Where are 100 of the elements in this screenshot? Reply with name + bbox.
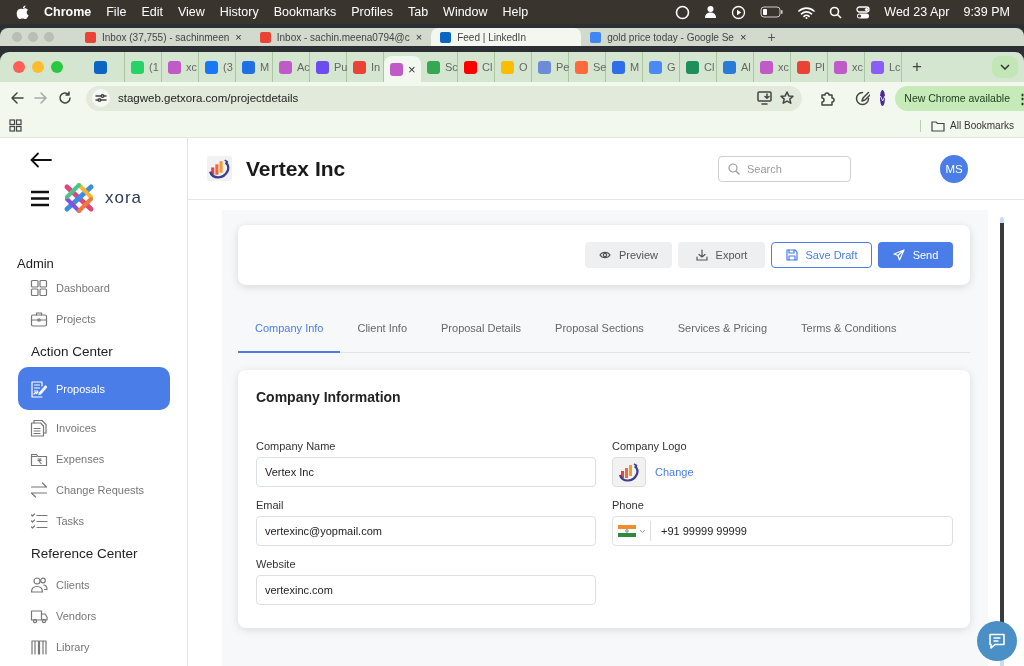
tune-icon[interactable] — [95, 93, 107, 103]
star-icon[interactable] — [780, 91, 794, 105]
menu-item[interactable]: Window — [443, 5, 488, 19]
performance-icon[interactable] — [855, 90, 870, 106]
field-label: Company Name — [256, 440, 337, 452]
menu-item[interactable]: History — [219, 5, 259, 19]
sidebar-item[interactable]: Clients — [18, 569, 170, 600]
documents-icon — [30, 418, 48, 437]
field-label: Website — [256, 558, 297, 570]
grid-icon — [30, 278, 48, 297]
sidebar-item[interactable]: Change Requests — [18, 474, 170, 505]
sidebar-item[interactable]: Proposals — [18, 367, 170, 410]
update-button[interactable]: New Chrome available ⋮ — [895, 85, 1024, 111]
chevron-down-icon[interactable] — [1000, 64, 1010, 70]
sidebar-item[interactable]: Expenses — [18, 443, 170, 474]
all-bookmarks-link[interactable]: All Bookmarks — [950, 120, 1014, 131]
section-tab[interactable]: Terms & Conditions — [784, 305, 914, 353]
menubar-time[interactable]: 9:39 PM — [963, 5, 1010, 19]
document-pen-icon — [30, 379, 48, 398]
play-circle-icon[interactable] — [731, 4, 747, 20]
chat-button[interactable] — [977, 621, 1017, 661]
menu-item[interactable]: Tab — [407, 5, 429, 19]
action-button[interactable]: Export — [678, 242, 765, 268]
sidebar-item[interactable]: Invoices — [18, 412, 170, 443]
wifi-icon[interactable] — [798, 5, 816, 19]
section-tab[interactable]: Client Info — [340, 305, 424, 353]
input-field[interactable]: vertexinc@yopmail.com — [256, 516, 596, 546]
sidebar-item[interactable]: Library — [18, 631, 170, 662]
x-logo-icon — [62, 182, 96, 214]
input-field[interactable]: vertexinc.com — [256, 575, 596, 605]
battery-icon[interactable] — [760, 6, 785, 18]
field-label: Email — [256, 499, 285, 511]
sidebar-item[interactable]: Tasks — [18, 505, 170, 536]
action-button[interactable]: Preview — [585, 242, 672, 268]
reload-icon[interactable] — [58, 91, 72, 105]
back-icon[interactable] — [10, 91, 24, 105]
sidebar-item[interactable]: Projects — [18, 303, 170, 334]
flag-icon — [618, 525, 636, 537]
close-icon[interactable]: × — [739, 31, 747, 43]
folder-icon[interactable] — [931, 119, 946, 132]
search-icon — [728, 162, 740, 175]
search-icon[interactable] — [829, 5, 843, 19]
menu-item[interactable]: View — [177, 5, 205, 19]
section-heading: Admin — [16, 256, 55, 272]
close-icon[interactable]: × — [408, 61, 416, 77]
change-link[interactable]: Change — [655, 466, 694, 478]
search-field[interactable]: Search — [718, 155, 851, 182]
sidebar-item[interactable]: Dashboard — [18, 272, 170, 303]
browser-tab[interactable]: Inbox - sachin.meena0794@c × — [250, 28, 432, 46]
circle-icon[interactable] — [675, 4, 691, 20]
back-arrow-icon[interactable] — [30, 152, 52, 168]
phone-field[interactable]: +91 99999 99999 — [612, 516, 953, 546]
company-logo[interactable] — [612, 457, 646, 487]
scrollbar[interactable] — [1000, 217, 1004, 666]
briefcase-icon — [30, 309, 48, 328]
user-avatar[interactable]: MS — [940, 154, 968, 183]
menu-item[interactable]: File — [106, 5, 127, 19]
new-tab-button[interactable]: + — [767, 29, 776, 45]
section-tab[interactable]: Proposal Sections — [538, 305, 661, 353]
apple-logo-icon — [16, 4, 29, 20]
menu-item[interactable]: Bookmarks — [273, 5, 337, 19]
new-tab-button[interactable]: + — [912, 57, 922, 77]
section-tab[interactable]: Company Info — [238, 305, 341, 353]
puzzle-icon[interactable] — [820, 90, 835, 106]
card-title: Company Information — [256, 389, 402, 405]
app-menu[interactable]: Chrome — [44, 5, 92, 19]
menu-icon[interactable] — [30, 189, 50, 207]
checklist-icon — [30, 511, 48, 530]
action-button[interactable]: Save Draft — [771, 242, 872, 268]
action-button[interactable]: Send — [878, 242, 953, 268]
close-icon[interactable]: × — [235, 31, 242, 43]
profile-avatar[interactable]: V — [880, 90, 886, 106]
chevron-down-icon — [639, 528, 646, 534]
menubar-date[interactable]: Wed 23 Apr — [884, 5, 950, 19]
browser-tab[interactable]: × — [384, 56, 421, 82]
menu-item[interactable]: Edit — [141, 5, 163, 19]
page-title: Vertex Inc — [246, 156, 346, 181]
send-icon — [892, 249, 905, 261]
sidebar-item[interactable]: Vendors — [18, 600, 170, 631]
eye-icon — [598, 249, 611, 261]
close-icon[interactable]: × — [415, 31, 423, 43]
section-heading: Action Center — [30, 344, 114, 360]
section-tab[interactable]: Services & Pricing — [660, 305, 785, 353]
address-bar[interactable]: stagweb.getxora.com/projectdetails — [86, 85, 802, 111]
download-icon — [695, 249, 708, 261]
apps-grid-icon[interactable] — [9, 119, 22, 132]
chart-logo-icon — [617, 460, 641, 484]
input-field[interactable]: Vertex Inc — [256, 457, 596, 487]
person-icon[interactable] — [704, 5, 718, 19]
browser-tab[interactable]: Inbox (37,755) - sachinmeen × — [76, 28, 251, 46]
chat-bubble-icon — [988, 633, 1006, 649]
section-heading: Reference Center — [30, 546, 139, 562]
browser-tab[interactable]: gold price today - Google Se × — [581, 28, 756, 46]
install-app-icon[interactable] — [757, 91, 772, 105]
section-tab[interactable]: Proposal Details — [424, 305, 539, 353]
menu-item[interactable]: Help — [502, 5, 529, 19]
menu-item[interactable]: Profiles — [351, 5, 393, 19]
control-center-icon[interactable] — [856, 5, 871, 19]
browser-tab[interactable]: Feed | LinkedIn — [431, 28, 582, 46]
country-select[interactable] — [618, 525, 646, 537]
